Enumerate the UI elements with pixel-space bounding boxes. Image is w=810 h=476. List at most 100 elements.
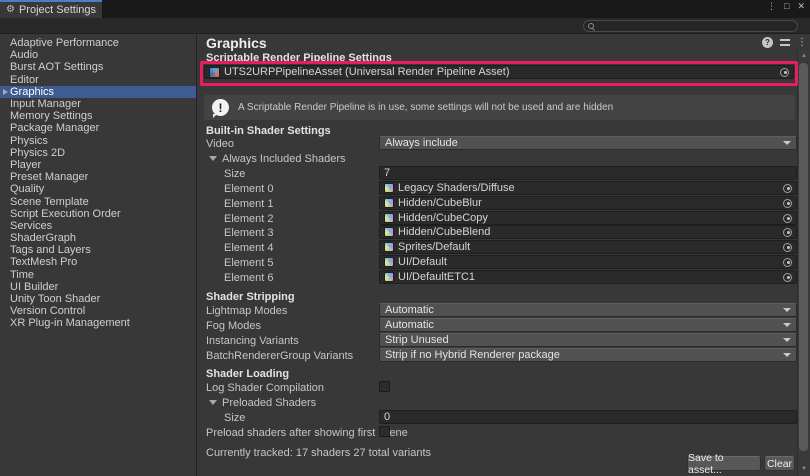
search-input[interactable] xyxy=(597,21,797,31)
element-4-value: Sprites/Default xyxy=(398,241,470,253)
sidebar-item-memory-settings[interactable]: Memory Settings xyxy=(0,110,196,122)
instancing-variants-label: Instancing Variants xyxy=(206,334,299,347)
element-6-label: Element 6 xyxy=(224,271,274,284)
foldout-open-icon xyxy=(209,400,217,405)
sidebar-item-physics-2d[interactable]: Physics 2D xyxy=(0,147,196,159)
element-4-field[interactable]: Sprites/Default xyxy=(379,240,797,254)
element-6-field[interactable]: UI/DefaultETC1 xyxy=(379,270,797,284)
preload-after-scene-checkbox[interactable] xyxy=(379,426,390,437)
batchrenderergroup-dropdown[interactable]: Strip if no Hybrid Renderer package xyxy=(379,348,797,362)
element-0-value: Legacy Shaders/Diffuse xyxy=(398,182,515,194)
builtin-section-title: Built-in Shader Settings xyxy=(206,124,331,137)
chevron-down-icon xyxy=(783,323,791,327)
fog-modes-dropdown[interactable]: Automatic xyxy=(379,318,797,332)
video-dropdown[interactable]: Always include xyxy=(379,136,797,150)
object-picker-icon[interactable] xyxy=(783,258,792,267)
srp-asset-value: UTS2URPPipelineAsset (Universal Render P… xyxy=(224,66,510,78)
shader-icon xyxy=(384,257,394,267)
element-1-field[interactable]: Hidden/CubeBlur xyxy=(379,196,797,210)
always-included-foldout[interactable]: Always Included Shaders xyxy=(209,152,346,165)
scroll-down-icon[interactable]: ▼ xyxy=(799,466,809,472)
search-icon xyxy=(588,22,597,31)
lightmap-modes-label: Lightmap Modes xyxy=(206,304,287,317)
close-icon[interactable]: ✕ xyxy=(797,2,805,11)
scrollbar-thumb[interactable] xyxy=(799,63,808,451)
scroll-up-icon[interactable]: ▲ xyxy=(799,53,809,59)
preloaded-size-field[interactable]: 0 xyxy=(379,410,797,424)
sidebar-item-textmesh-pro[interactable]: TextMesh Pro xyxy=(0,256,196,268)
chevron-down-icon xyxy=(783,308,791,312)
loading-section-title: Shader Loading xyxy=(206,367,289,380)
log-shader-compilation-label: Log Shader Compilation xyxy=(206,381,324,394)
object-picker-icon[interactable] xyxy=(783,243,792,252)
sidebar-item-shadergraph[interactable]: ShaderGraph xyxy=(0,232,196,244)
always-included-label: Always Included Shaders xyxy=(222,153,346,165)
chevron-down-icon xyxy=(783,353,791,357)
maximize-icon[interactable]: □ xyxy=(784,2,789,11)
window-menu-icon[interactable]: ⋮ xyxy=(767,2,776,11)
sidebar-item-services[interactable]: Services xyxy=(0,220,196,232)
sidebar-item-scene-template[interactable]: Scene Template xyxy=(0,195,196,207)
element-5-value: UI/Default xyxy=(398,256,447,268)
sidebar-item-ui-builder[interactable]: UI Builder xyxy=(0,281,196,293)
object-picker-icon[interactable] xyxy=(783,184,792,193)
object-picker-icon[interactable] xyxy=(783,199,792,208)
fog-modes-value: Automatic xyxy=(385,319,434,331)
srp-section-label: Scriptable Render Pipeline Settings xyxy=(206,51,392,64)
preloaded-size-label: Size xyxy=(224,411,245,424)
foldout-open-icon xyxy=(209,156,217,161)
sidebar-item-unity-toon-shader[interactable]: Unity Toon Shader xyxy=(0,293,196,305)
sidebar-item-tags-and-layers[interactable]: Tags and Layers xyxy=(0,244,196,256)
element-2-field[interactable]: Hidden/CubeCopy xyxy=(379,211,797,225)
sidebar-item-preset-manager[interactable]: Preset Manager xyxy=(0,171,196,183)
element-6-value: UI/DefaultETC1 xyxy=(398,271,475,283)
size-field[interactable]: 7 xyxy=(379,166,797,180)
sidebar-item-time[interactable]: Time xyxy=(0,269,196,281)
srp-asset-field[interactable]: UTS2URPPipelineAsset (Universal Render P… xyxy=(204,65,794,79)
object-picker-icon[interactable] xyxy=(783,273,792,282)
foldout-arrow-icon xyxy=(3,89,8,95)
srp-warning-box: ! A Scriptable Render Pipeline is in use… xyxy=(203,94,796,121)
sidebar-item-version-control[interactable]: Version Control xyxy=(0,305,196,317)
preset-icon[interactable] xyxy=(780,38,790,47)
title-bar: ⋮ □ ✕ xyxy=(0,0,810,18)
sidebar-item-input-manager[interactable]: Input Manager xyxy=(0,98,196,110)
sidebar-item-package-manager[interactable]: Package Manager xyxy=(0,122,196,134)
sidebar-item-editor[interactable]: Editor xyxy=(0,74,196,86)
size-label: Size xyxy=(224,167,245,180)
object-picker-icon[interactable] xyxy=(780,68,789,77)
sidebar-item-burst-aot[interactable]: Burst AOT Settings xyxy=(0,61,196,73)
sidebar-divider xyxy=(196,34,197,476)
sidebar-item-quality[interactable]: Quality xyxy=(0,183,196,195)
lightmap-modes-dropdown[interactable]: Automatic xyxy=(379,303,797,317)
tab-project-settings[interactable]: ⚙ Project Settings xyxy=(0,0,102,18)
log-shader-compilation-checkbox[interactable] xyxy=(379,381,390,392)
element-1-label: Element 1 xyxy=(224,197,274,210)
sidebar-item-script-execution-order[interactable]: Script Execution Order xyxy=(0,208,196,220)
preloaded-shaders-foldout[interactable]: Preloaded Shaders xyxy=(209,396,316,409)
element-3-field[interactable]: Hidden/CubeBlend xyxy=(379,225,797,239)
object-picker-icon[interactable] xyxy=(783,214,792,223)
sidebar-item-xr-plugin-management[interactable]: XR Plug-in Management xyxy=(0,317,196,329)
element-5-label: Element 5 xyxy=(224,256,274,269)
search-field[interactable] xyxy=(583,20,798,32)
instancing-variants-dropdown[interactable]: Strip Unused xyxy=(379,333,797,347)
element-2-value: Hidden/CubeCopy xyxy=(398,212,488,224)
element-0-field[interactable]: Legacy Shaders/Diffuse xyxy=(379,181,797,195)
sidebar-item-audio[interactable]: Audio xyxy=(0,49,196,61)
urp-asset-icon xyxy=(209,67,220,78)
element-5-field[interactable]: UI/Default xyxy=(379,255,797,269)
clear-button[interactable]: Clear xyxy=(764,456,795,471)
lightmap-modes-value: Automatic xyxy=(385,304,434,316)
element-3-value: Hidden/CubeBlend xyxy=(398,226,490,238)
sidebar-item-player[interactable]: Player xyxy=(0,159,196,171)
sidebar-item-adaptive-performance[interactable]: Adaptive Performance xyxy=(0,37,196,49)
tab-title: Project Settings xyxy=(19,4,96,16)
object-picker-icon[interactable] xyxy=(783,228,792,237)
save-to-asset-button[interactable]: Save to asset... xyxy=(687,456,761,471)
fog-modes-label: Fog Modes xyxy=(206,319,261,332)
sidebar-item-graphics[interactable]: Graphics xyxy=(0,86,196,98)
kebab-menu-icon[interactable]: ⋮ xyxy=(797,38,807,48)
help-icon[interactable]: ? xyxy=(762,37,773,48)
sidebar-item-physics[interactable]: Physics xyxy=(0,135,196,147)
